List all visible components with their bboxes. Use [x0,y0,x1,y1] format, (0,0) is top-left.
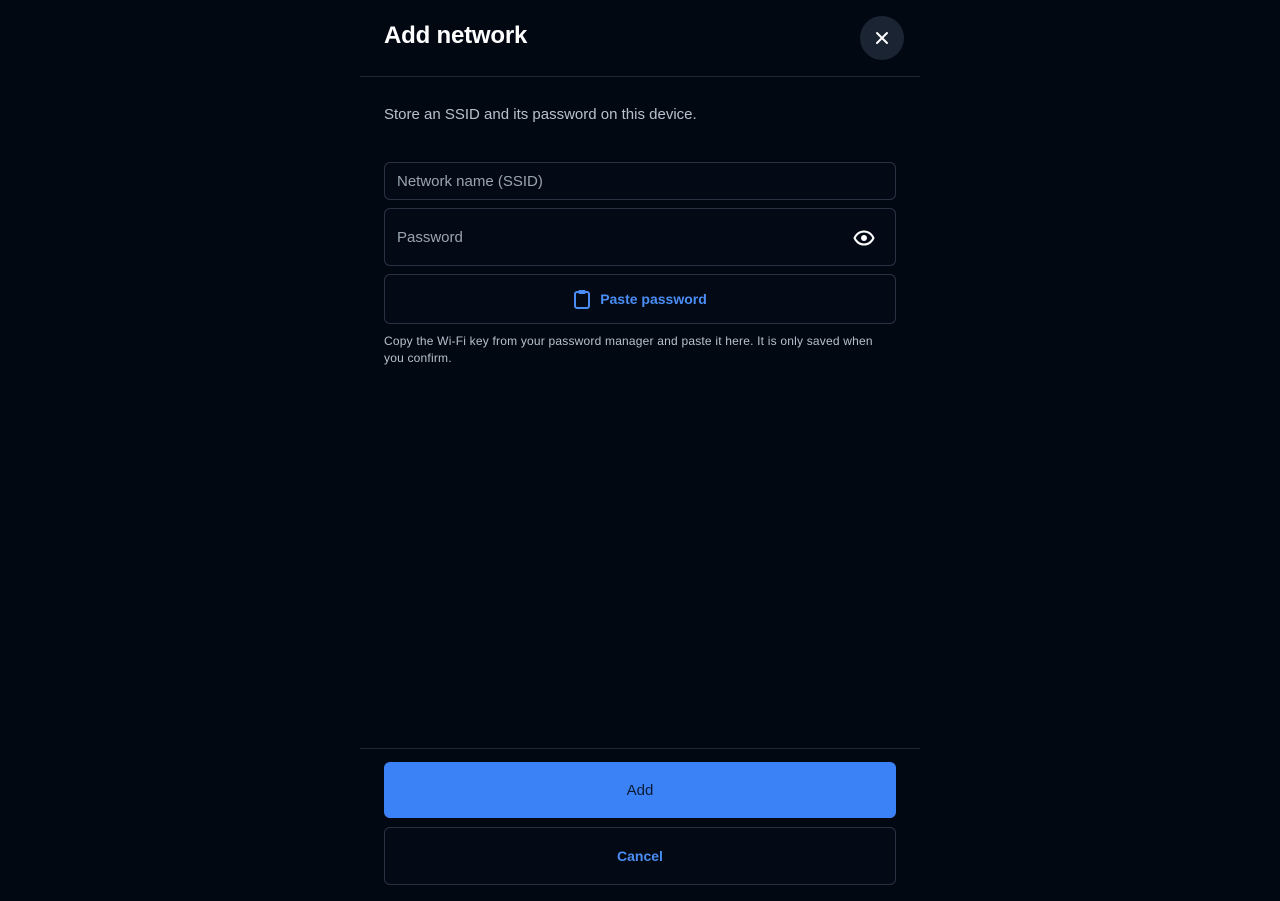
password-input[interactable] [397,209,827,265]
paste-password-button[interactable]: Paste password [384,274,896,324]
cancel-button[interactable]: Cancel [384,827,896,885]
add-network-dialog: Add network Store an SSID and its passwo… [360,0,920,900]
dialog-header: Add network [360,0,920,77]
add-button[interactable]: Add [384,762,896,818]
eye-icon [853,230,875,246]
dialog-subtitle: Store an SSID and its password on this d… [384,106,697,123]
dialog-title: Add network [384,22,528,49]
close-icon [876,32,888,44]
show-password-button[interactable] [851,225,877,251]
paste-password-label: Paste password [600,291,707,307]
close-button[interactable] [860,16,904,60]
clipboard-icon [574,290,591,309]
password-field [384,208,896,266]
dialog-footer: Add Cancel [360,748,920,901]
ssid-field [384,162,896,200]
paste-hint: Copy the Wi-Fi key from your password ma… [384,334,873,365]
ssid-input[interactable] [397,163,877,199]
